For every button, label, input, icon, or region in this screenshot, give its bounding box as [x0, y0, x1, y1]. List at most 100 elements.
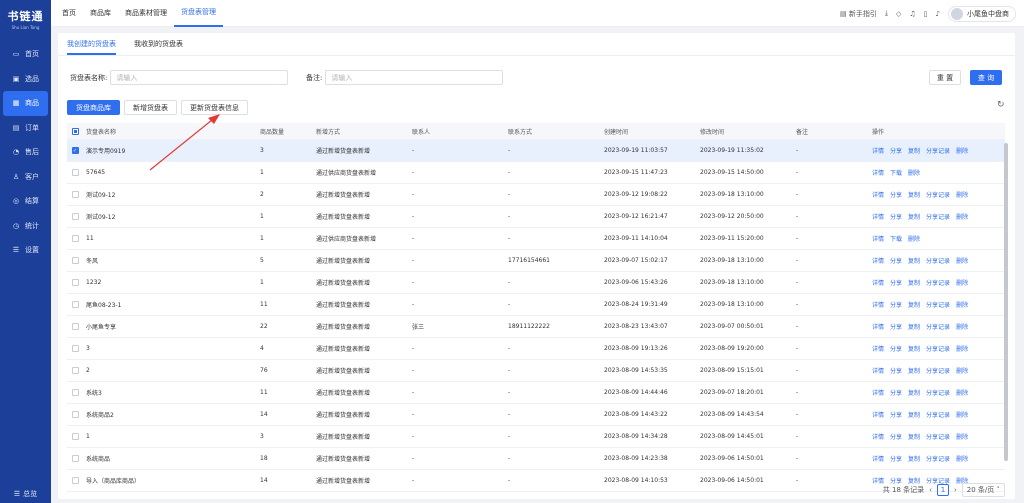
action-link[interactable]: 复制	[908, 322, 920, 331]
action-link[interactable]: 分享记录	[926, 344, 950, 353]
action-link[interactable]: 复制	[908, 388, 920, 397]
action-link[interactable]: 分享记录	[926, 432, 950, 441]
action-link[interactable]: 详情	[872, 168, 884, 177]
header-tab-3[interactable]: 货盘表管理	[174, 0, 223, 27]
action-link[interactable]: 删除	[908, 168, 920, 177]
row-checkbox[interactable]: ✓	[67, 147, 83, 154]
action-link[interactable]: 复制	[908, 146, 920, 155]
add-pallet-table-button[interactable]: 新增货盘表	[124, 100, 177, 115]
header-tab-0[interactable]: 首页	[55, 0, 83, 27]
prev-page-icon[interactable]: ‹	[929, 486, 932, 494]
action-link[interactable]: 详情	[872, 410, 884, 419]
row-checkbox[interactable]	[67, 433, 83, 440]
reset-button[interactable]: 重 置	[929, 70, 961, 85]
action-link[interactable]: 分享记录	[926, 146, 950, 155]
action-link[interactable]: 复制	[908, 190, 920, 199]
action-link[interactable]: 复制	[908, 344, 920, 353]
sidebar-item-3[interactable]: ▤ 订单	[0, 116, 51, 141]
header-tab-1[interactable]: 商品库	[83, 0, 118, 27]
action-link[interactable]: 复制	[908, 410, 920, 419]
action-link[interactable]: 复制	[908, 366, 920, 375]
action-link[interactable]: 分享记录	[926, 278, 950, 287]
action-link[interactable]: 分享记录	[926, 212, 950, 221]
row-checkbox[interactable]	[67, 235, 83, 242]
bell-icon[interactable]: ♪	[936, 10, 940, 18]
action-link[interactable]: 分享	[890, 190, 902, 199]
action-link[interactable]: 删除	[956, 278, 968, 287]
action-link[interactable]: 分享	[890, 410, 902, 419]
current-page[interactable]: 1	[936, 484, 949, 496]
row-checkbox[interactable]	[67, 367, 83, 374]
action-link[interactable]: 复制	[908, 256, 920, 265]
action-link[interactable]: 删除	[956, 366, 968, 375]
action-link[interactable]: 分享记录	[926, 190, 950, 199]
tab-my-received[interactable]: 我收到的货盘表	[134, 39, 183, 55]
action-link[interactable]: 详情	[872, 322, 884, 331]
tab-my-created[interactable]: 我创建的货盘表	[67, 39, 116, 55]
action-link[interactable]: 分享记录	[926, 300, 950, 309]
action-link[interactable]: 分享	[890, 454, 902, 463]
sidebar-item-7[interactable]: ◷ 统计	[0, 214, 51, 239]
header-tab-2[interactable]: 商品素材管理	[118, 0, 174, 27]
app-logo[interactable]: 书链通 Shu Lian Tong	[0, 0, 51, 38]
sidebar-item-1[interactable]: ▣ 选品	[0, 67, 51, 92]
action-link[interactable]: 分享	[890, 212, 902, 221]
action-link[interactable]: 详情	[872, 234, 884, 243]
action-link[interactable]: 删除	[956, 256, 968, 265]
action-link[interactable]: 分享记录	[926, 256, 950, 265]
action-link[interactable]: 分享	[890, 388, 902, 397]
action-link[interactable]: 分享记录	[926, 454, 950, 463]
row-checkbox[interactable]	[67, 345, 83, 352]
action-link[interactable]: 详情	[872, 146, 884, 155]
collapse-sidebar-button[interactable]: ☰ 总览	[0, 485, 51, 503]
action-link[interactable]: 分享	[890, 256, 902, 265]
action-link[interactable]: 删除	[956, 344, 968, 353]
row-checkbox[interactable]	[67, 411, 83, 418]
action-link[interactable]: 分享	[890, 366, 902, 375]
select-all-checkbox[interactable]	[67, 127, 83, 135]
action-link[interactable]: 删除	[956, 410, 968, 419]
action-link[interactable]: 删除	[956, 190, 968, 199]
sidebar-item-0[interactable]: ▭ 首页	[0, 42, 51, 67]
action-link[interactable]: 详情	[872, 300, 884, 309]
action-link[interactable]: 删除	[956, 146, 968, 155]
row-checkbox[interactable]	[67, 455, 83, 462]
pallet-goods-library-button[interactable]: 货盘商品库	[67, 100, 120, 115]
row-checkbox[interactable]	[67, 213, 83, 220]
next-page-icon[interactable]: ›	[954, 486, 957, 494]
action-link[interactable]: 删除	[908, 234, 920, 243]
action-link[interactable]: 分享记录	[926, 410, 950, 419]
sidebar-item-6[interactable]: ◎ 结算	[0, 189, 51, 214]
action-link[interactable]: 分享记录	[926, 322, 950, 331]
action-link[interactable]: 复制	[908, 432, 920, 441]
action-link[interactable]: 复制	[908, 278, 920, 287]
action-link[interactable]: 删除	[956, 432, 968, 441]
sidebar-item-5[interactable]: ♙ 客户	[0, 165, 51, 190]
action-link[interactable]: 详情	[872, 454, 884, 463]
headset-icon[interactable]: ♫	[909, 10, 915, 18]
query-button[interactable]: 查 询	[970, 70, 1002, 85]
action-link[interactable]: 详情	[872, 190, 884, 199]
action-link[interactable]: 详情	[872, 432, 884, 441]
action-link[interactable]: 复制	[908, 300, 920, 309]
update-pallet-info-button[interactable]: 更新货盘表信息	[181, 100, 248, 115]
action-link[interactable]: 删除	[956, 300, 968, 309]
name-filter-input[interactable]: 请输入	[110, 70, 289, 85]
row-checkbox[interactable]	[67, 257, 83, 264]
diamond-icon[interactable]: ◇	[896, 10, 901, 18]
action-link[interactable]: 分享	[890, 432, 902, 441]
action-link[interactable]: 复制	[908, 212, 920, 221]
row-checkbox[interactable]	[67, 477, 83, 484]
action-link[interactable]: 分享记录	[926, 366, 950, 375]
action-link[interactable]: 删除	[956, 454, 968, 463]
action-link[interactable]: 详情	[872, 278, 884, 287]
action-link[interactable]: 分享	[890, 322, 902, 331]
row-checkbox[interactable]	[67, 389, 83, 396]
action-link[interactable]: 详情	[872, 388, 884, 397]
action-link[interactable]: 详情	[872, 366, 884, 375]
sidebar-item-8[interactable]: ☰ 设置	[0, 238, 51, 263]
action-link[interactable]: 详情	[872, 344, 884, 353]
remark-filter-input[interactable]: 请输入	[325, 70, 504, 85]
row-checkbox[interactable]	[67, 323, 83, 330]
download-icon[interactable]: ⤓	[885, 9, 888, 18]
